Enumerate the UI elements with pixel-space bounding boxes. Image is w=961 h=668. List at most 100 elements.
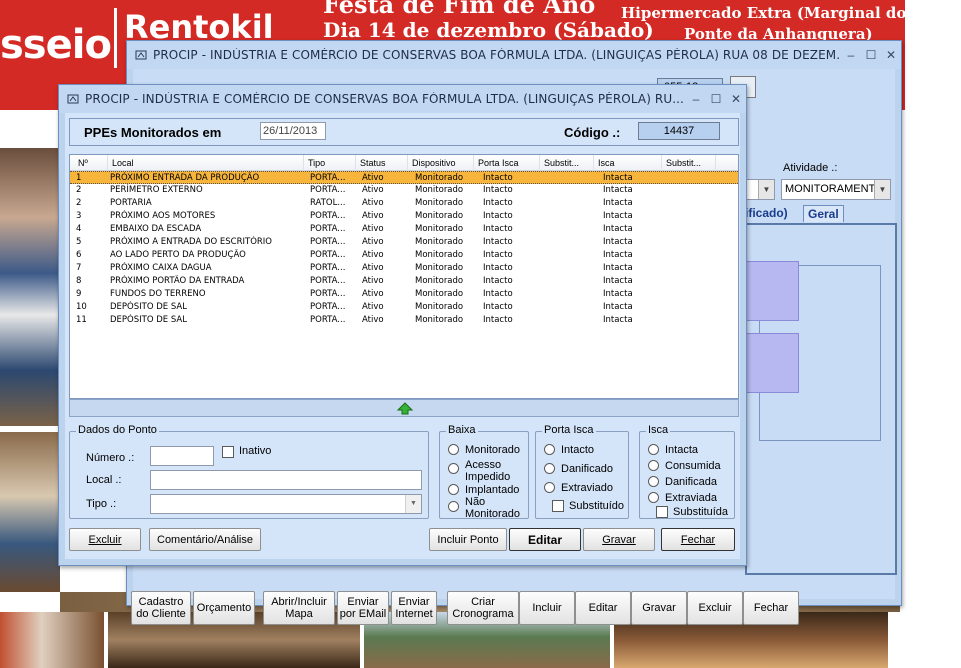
column-header-isca[interactable]: Isca bbox=[594, 155, 662, 171]
excluir-button[interactable]: Excluir bbox=[687, 591, 743, 625]
table-row[interactable]: 7 PRÓXIMO CAIXA DAGUA PORTA... Ativo Monitor… bbox=[70, 262, 738, 275]
cell-status: Ativo bbox=[362, 211, 384, 221]
baixa-nao-monitorado-label: Não Monitorado bbox=[465, 496, 521, 520]
isca-danificada-radio[interactable] bbox=[648, 476, 659, 487]
panel-splitter[interactable] bbox=[69, 399, 739, 417]
fechar-button[interactable]: Fechar bbox=[743, 591, 799, 625]
table-row[interactable]: 1 PRÓXIMO ENTRADA DA PRODUÇÃO PORTA... Ativ… bbox=[70, 171, 738, 184]
numero-input[interactable] bbox=[150, 446, 214, 466]
fechar-button[interactable]: Fechar bbox=[661, 528, 735, 551]
arrow-up-icon[interactable] bbox=[397, 402, 413, 415]
cell-dispositivo: Monitorado bbox=[415, 224, 464, 234]
cadastro-cliente-button[interactable]: Cadastro do Cliente bbox=[131, 591, 191, 625]
table-row[interactable]: 3 PRÓXIMO AOS MOTORES PORTA... Ativo Monitor… bbox=[70, 210, 738, 223]
abrir-mapa-button[interactable]: Abrir/Incluir Mapa bbox=[263, 591, 335, 625]
event-photo bbox=[0, 148, 60, 426]
cell-n: 11 bbox=[76, 315, 87, 325]
previous-combo[interactable]: ▼ bbox=[745, 179, 775, 200]
criar-cronograma-button[interactable]: Criar Cronograma bbox=[447, 591, 519, 625]
enviar-email-button[interactable]: Enviar por EMail bbox=[337, 591, 389, 625]
porta-isca-substituido-checkbox[interactable] bbox=[552, 500, 564, 512]
cell-porta: Intacto bbox=[483, 198, 513, 208]
cell-n: 2 bbox=[76, 198, 82, 208]
table-row[interactable]: 10 DEPÓSITO DE SAL PORTA... Ativo Monitorado… bbox=[70, 301, 738, 314]
baixa-monitorado-radio[interactable] bbox=[448, 444, 459, 455]
table-row[interactable]: 2 PORTARIA RATOL... Ativo Monitorado Intacto I… bbox=[70, 197, 738, 210]
group-title: Dados do Ponto bbox=[76, 424, 159, 436]
cell-isca: Intacta bbox=[603, 250, 633, 260]
editar-button[interactable]: Editar bbox=[575, 591, 631, 625]
title-bar[interactable]: PROCIP - INDÚSTRIA E COMÉRCIO DE CONSERV… bbox=[127, 41, 901, 69]
code-field[interactable]: 14437 bbox=[638, 122, 720, 140]
gravar-button[interactable]: Gravar bbox=[583, 528, 655, 551]
ppe-table[interactable]: Nº Local Tipo Status Dispositivo Porta I… bbox=[69, 154, 739, 399]
table-row[interactable]: 4 EMBAIXO DA ESCADA PORTA... Ativo Monitorad… bbox=[70, 223, 738, 236]
cell-local: PERÍMETRO EXTERNO bbox=[110, 185, 203, 195]
minimize-icon[interactable]: – bbox=[841, 46, 861, 64]
local-label: Local .: bbox=[86, 474, 122, 486]
column-header-local[interactable]: Local bbox=[108, 155, 304, 171]
editar-button[interactable]: Editar bbox=[509, 528, 581, 551]
maximize-icon[interactable]: ☐ bbox=[706, 90, 726, 108]
cell-n: 2 bbox=[76, 185, 82, 195]
isca-extraviada-radio[interactable] bbox=[648, 492, 659, 503]
column-header-status[interactable]: Status bbox=[356, 155, 408, 171]
porta-isca-extraviado-radio[interactable] bbox=[544, 482, 555, 493]
cell-tipo: PORTA... bbox=[310, 185, 346, 195]
table-row[interactable]: 9 FUNDOS DO TERRENO PORTA... Ativo Monitorad… bbox=[70, 288, 738, 301]
atividade-value: MONITORAMENT bbox=[785, 183, 876, 195]
title-bar[interactable]: PROCIP - INDÚSTRIA E COMÉRCIO DE CONSERV… bbox=[59, 85, 746, 113]
baixa-nao-monitorado-radio[interactable] bbox=[448, 501, 459, 512]
baixa-group: Baixa Monitorado Acesso Impedido Implant… bbox=[439, 424, 529, 520]
orcamento-button[interactable]: Orçamento bbox=[193, 591, 255, 625]
enviar-internet-button[interactable]: Enviar Internet bbox=[391, 591, 437, 625]
cell-dispositivo: Monitorado bbox=[415, 185, 464, 195]
incluir-ponto-button[interactable]: Incluir Ponto bbox=[429, 528, 507, 551]
atividade-select[interactable]: MONITORAMENT ▼ bbox=[781, 179, 891, 200]
tab-geral[interactable]: Geral bbox=[803, 205, 844, 222]
cell-local: PRÓXIMO A ENTRADA DO ESCRITÓRIO bbox=[110, 237, 272, 247]
cell-status: Ativo bbox=[362, 250, 384, 260]
cell-tipo: PORTA... bbox=[310, 224, 346, 234]
tab-certificado[interactable]: ificado) bbox=[745, 206, 788, 220]
close-icon[interactable]: ✕ bbox=[726, 90, 746, 108]
date-field[interactable]: 26/11/2013 bbox=[260, 122, 326, 140]
cell-status: Ativo bbox=[362, 185, 384, 195]
column-header-substituido-isca[interactable]: Substit... bbox=[662, 155, 716, 171]
table-row[interactable]: 8 PRÓXIMO PORTÃO DA ENTRADA PORTA... Ativo M… bbox=[70, 275, 738, 288]
comentario-analise-button[interactable]: Comentário/Análise bbox=[149, 528, 261, 551]
isca-consumida-label: Consumida bbox=[665, 460, 721, 472]
minimize-icon[interactable]: – bbox=[686, 90, 706, 108]
baixa-acesso-impedido-radio[interactable] bbox=[448, 463, 459, 474]
cell-local: FUNDOS DO TERRENO bbox=[110, 289, 206, 299]
cell-tipo: PORTA... bbox=[310, 289, 346, 299]
table-row[interactable]: 6 AO LADO PERTO DA PRODUÇÃO PORTA... Ativo M… bbox=[70, 249, 738, 262]
column-header-tipo[interactable]: Tipo bbox=[304, 155, 356, 171]
cell-porta: Intacto bbox=[483, 224, 513, 234]
column-header-dispositivo[interactable]: Dispositivo bbox=[408, 155, 474, 171]
column-header-substituido-porta[interactable]: Substit... bbox=[540, 155, 594, 171]
baixa-implantado-radio[interactable] bbox=[448, 484, 459, 495]
close-icon[interactable]: ✕ bbox=[881, 46, 901, 64]
excluir-label: Excluir bbox=[88, 533, 122, 546]
table-row[interactable]: 11 DEPÓSITO DE SAL PORTA... Ativo Monitorado… bbox=[70, 314, 738, 327]
cell-local: EMBAIXO DA ESCADA bbox=[110, 224, 202, 234]
porta-isca-intacto-radio[interactable] bbox=[544, 444, 555, 455]
isca-intacta-radio[interactable] bbox=[648, 444, 659, 455]
excluir-button[interactable]: Excluir bbox=[69, 528, 141, 551]
local-input[interactable] bbox=[150, 470, 422, 490]
column-header-numero[interactable]: Nº bbox=[74, 155, 108, 171]
table-row[interactable]: 2 PERÍMETRO EXTERNO PORTA... Ativo Monitorad… bbox=[70, 184, 738, 197]
tipo-select[interactable]: ▼ bbox=[150, 494, 422, 514]
inativo-checkbox[interactable] bbox=[222, 446, 234, 458]
gravar-button[interactable]: Gravar bbox=[631, 591, 687, 625]
porta-isca-danificado-radio[interactable] bbox=[544, 463, 555, 474]
isca-consumida-radio[interactable] bbox=[648, 460, 659, 471]
isca-intacta-label: Intacta bbox=[665, 444, 699, 456]
maximize-icon[interactable]: ☐ bbox=[861, 46, 881, 64]
column-header-porta-isca[interactable]: Porta Isca bbox=[474, 155, 540, 171]
incluir-button[interactable]: Incluir bbox=[519, 591, 575, 625]
table-row[interactable]: 5 PRÓXIMO A ENTRADA DO ESCRITÓRIO PORTA...… bbox=[70, 236, 738, 249]
isca-substituida-checkbox[interactable] bbox=[656, 506, 668, 518]
cell-local: PRÓXIMO PORTÃO DA ENTRADA bbox=[110, 276, 245, 286]
